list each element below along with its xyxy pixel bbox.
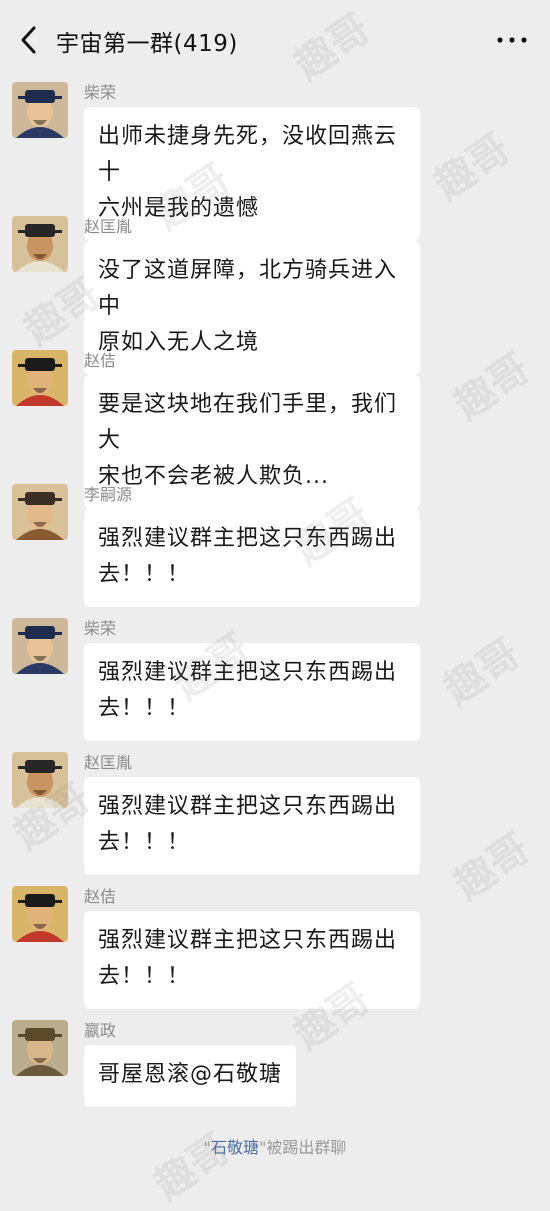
avatar[interactable] [12, 1020, 68, 1076]
more-dots-icon[interactable] [494, 28, 530, 52]
avatar[interactable] [12, 82, 68, 138]
sender-name: 赵佶 [84, 887, 117, 906]
message-bubble[interactable]: 强烈建议群主把这只东西踢出 去！！！ [84, 777, 420, 875]
message-text-line: 哥屋恩滚@石敬瑭 [98, 1062, 283, 1087]
message-bubble[interactable]: 强烈建议群主把这只东西踢出 去！！！ [84, 509, 420, 607]
system-notice: "石敬瑭"被踢出群聊 [0, 1134, 550, 1158]
message-text-line: 强烈建议群主把这只东西踢出 [98, 660, 398, 685]
message-text-line: 没了这道屏障，北方骑兵进入中 [98, 258, 398, 319]
sender-name: 柴荣 [84, 619, 117, 638]
avatar[interactable] [12, 216, 68, 272]
watermark: 趣哥 [146, 1125, 239, 1210]
avatar[interactable] [12, 484, 68, 540]
sender-name: 李嗣源 [84, 485, 133, 504]
sender-name: 赵佶 [84, 351, 117, 370]
message-text-line: 强烈建议群主把这只东西踢出 [98, 794, 398, 819]
message-text-line: 去！！！ [98, 562, 191, 587]
sender-name: 嬴政 [84, 1021, 117, 1040]
sender-name: 柴荣 [84, 83, 117, 102]
message-bubble[interactable]: 哥屋恩滚@石敬瑭 [84, 1045, 297, 1107]
message-text-line: 去！！！ [98, 964, 191, 989]
system-notice-text: 被踢出群聊 [266, 1138, 347, 1157]
message-bubble[interactable]: 强烈建议群主把这只东西踢出 去！！！ [84, 911, 420, 1009]
chevron-left-icon[interactable] [14, 22, 46, 58]
message-bubble[interactable]: 没了这道屏障，北方骑兵进入中原如入无人之境 [84, 241, 420, 375]
chat-title: 宇宙第一群(419) [56, 31, 238, 57]
avatar[interactable] [12, 618, 68, 674]
message-text-line: 出师未捷身先死，没收回燕云十 [98, 124, 398, 185]
message-text-line: 强烈建议群主把这只东西踢出 [98, 526, 398, 551]
message-text-line: 强烈建议群主把这只东西踢出 [98, 928, 398, 953]
kicked-member-name[interactable]: 石敬瑭 [211, 1138, 259, 1157]
message-text-line: 去！！！ [98, 696, 191, 721]
message-bubble[interactable]: 强烈建议群主把这只东西踢出 去！！！ [84, 643, 420, 741]
message-bubble[interactable]: 出师未捷身先死，没收回燕云十六州是我的遗憾 [84, 107, 420, 241]
avatar[interactable] [12, 350, 68, 406]
message-text-line: 去！！！ [98, 830, 191, 855]
chat-header: 宇宙第一群(419) [0, 0, 550, 80]
watermark: 趣哥 [446, 345, 539, 430]
system-quote-open: " [203, 1138, 211, 1157]
avatar[interactable] [12, 752, 68, 808]
message-text-line: 要是这块地在我们手里，我们大 [98, 392, 398, 453]
sender-name: 赵匡胤 [84, 217, 133, 236]
watermark: 趣哥 [426, 125, 519, 210]
message-text-line: 宋也不会老被人欺负... [98, 464, 329, 489]
watermark: 趣哥 [436, 630, 529, 715]
message-text-line: 原如入无人之境 [98, 330, 260, 355]
avatar[interactable] [12, 886, 68, 942]
sender-name: 赵匡胤 [84, 753, 133, 772]
watermark: 趣哥 [446, 825, 539, 910]
message-bubble[interactable]: 要是这块地在我们手里，我们大宋也不会老被人欺负... [84, 375, 420, 509]
message-text-line: 六州是我的遗憾 [98, 196, 260, 221]
